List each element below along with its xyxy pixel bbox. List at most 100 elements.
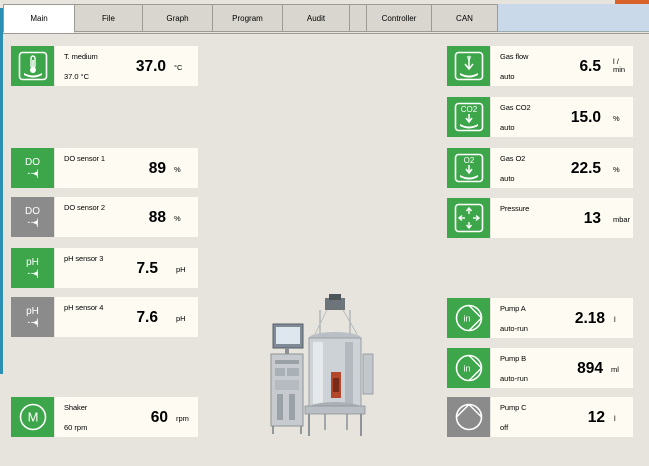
pump-b-value: 894 [577,360,603,377]
gas-o2-unit: % [613,165,620,174]
gas-flow-value: 6.5 [579,58,601,75]
pump-c-label: Pump C [500,403,527,412]
gas-co2-mode: auto [500,123,515,132]
tab-program[interactable]: Program [213,4,283,32]
gas-o2-panel: Gas O2 auto 22.5 % [490,148,633,188]
bioreactor-image [270,294,374,436]
pump-a-label: Pump A [500,304,526,313]
ph-sensor-4-panel: pH sensor 4 7.6 pH [54,297,198,337]
gas-o2-card[interactable]: O2 Gas O2 auto 22.5 % [447,148,633,188]
pressure-unit: mbar [613,215,631,224]
ph-sensor-icon-label: pH [26,257,39,268]
gas-flow-unit-bottom: min [613,65,626,74]
pressure-value: 13 [583,210,601,227]
gas-co2-panel: Gas CO2 auto 15.0 % [490,97,633,137]
gas-co2-value: 15.0 [570,109,601,126]
pump-a-card[interactable]: in Pump A auto-run 2.18 l [447,298,633,338]
shaker-unit: rpm [176,414,189,423]
ph-sensor-4-card[interactable]: pH - -◂| pH sensor 4 7.6 pH [11,297,198,337]
temperature-card[interactable]: T. medium 37.0 °C 37.0 °C [11,46,198,86]
tab-blank[interactable] [350,4,367,32]
ph-sensor-4-value: 7.6 [136,309,158,326]
gas-o2-label: Gas O2 [500,154,526,163]
temperature-label: T. medium [64,52,98,61]
co2-icon: CO2 [447,97,490,137]
do-sensor-2-value: 88 [148,209,166,226]
thermometer-icon [11,46,54,86]
ph-sensor-4-unit: pH [176,314,186,323]
tab-controller[interactable]: Controller [367,4,432,32]
pump-off-icon [447,397,490,437]
do-sensor-2-unit: % [174,214,181,223]
pressure-label: Pressure [500,204,530,213]
ph-sensor-3-panel: pH sensor 3 7.5 pH [54,248,198,288]
ph-sensor-4-label: pH sensor 4 [64,303,104,312]
pump-in-icon: in [447,348,490,388]
do-sensor-2-card[interactable]: DO - -◂| DO sensor 2 88 % [11,197,198,237]
pump-c-value: 12 [587,409,605,426]
gas-flow-label: Gas flow [500,52,529,61]
ph-sensor-3-label: pH sensor 3 [64,254,104,263]
ph-sensor-icon: pH - -◂| [11,297,54,337]
gas-flow-icon: V̇ [447,46,490,86]
temperature-panel: T. medium 37.0 °C 37.0 °C [54,46,198,86]
shaker-value: 60 [150,409,168,426]
pump-a-icon-label: in [463,314,470,324]
tab-graph[interactable]: Graph [143,4,213,32]
tab-bar-empty-area [498,4,649,32]
pump-b-mode: auto-run [500,374,528,383]
gas-co2-unit: % [613,114,620,123]
svg-text:V̇: V̇ [466,55,471,63]
pump-b-unit: ml [611,365,619,374]
ph-sensor-icon: pH - -◂| [11,248,54,288]
motor-icon-label: M [27,410,38,425]
do-sensor-1-label: DO sensor 1 [64,154,105,163]
pressure-icon [447,198,490,238]
tab-main[interactable]: Main [3,4,75,33]
pump-c-panel: Pump C off 12 l [490,397,633,437]
do-sensor-icon-label: DO [25,157,40,168]
motor-icon: M [11,397,54,437]
shaker-card[interactable]: M Shaker 60 rpm 60 rpm [11,397,198,437]
do-sensor-1-unit: % [174,165,181,174]
do-sensor-2-label: DO sensor 2 [64,203,105,212]
gas-flow-card[interactable]: V̇ Gas flow auto 6.5 l / min [447,46,633,86]
tab-file[interactable]: File [75,4,143,32]
temperature-setpoint: 37.0 °C [64,72,90,81]
ph-sensor-3-unit: pH [176,265,186,274]
pump-a-value: 2.18 [574,310,605,327]
shaker-panel: Shaker 60 rpm 60 rpm [54,397,198,437]
temperature-unit: °C [174,63,183,72]
pump-a-panel: Pump A auto-run 2.18 l [490,298,633,338]
tab-can[interactable]: CAN [432,4,498,32]
ph-sensor-3-value: 7.5 [136,260,158,277]
gas-flow-mode: auto [500,72,515,81]
pump-c-card[interactable]: Pump C off 12 l [447,397,633,437]
o2-icon: O2 [447,148,490,188]
gas-o2-value: 22.5 [570,160,601,177]
o2-icon-label: O2 [463,156,474,165]
pump-a-unit: l [614,315,616,324]
pump-b-label: Pump B [500,354,527,363]
shaker-setpoint: 60 rpm [64,423,88,432]
pump-b-icon-label: in [463,364,470,374]
ph-sensor-3-card[interactable]: pH - -◂| pH sensor 3 7.5 pH [11,248,198,288]
do-sensor-icon: DO - -◂| [11,148,54,188]
temperature-value: 37.0 [135,58,166,75]
gas-co2-label: Gas CO2 [500,103,531,112]
pump-b-panel: Pump B auto-run 894 ml [490,348,633,388]
pump-c-unit: l [614,414,616,423]
co2-icon-label: CO2 [460,105,477,114]
do-sensor-1-panel: DO sensor 1 89 % [54,148,198,188]
gas-co2-card[interactable]: CO2 Gas CO2 auto 15.0 % [447,97,633,137]
do-sensor-icon-label: DO [25,206,40,217]
gas-flow-panel: Gas flow auto 6.5 l / min [490,46,633,86]
shaker-label: Shaker [64,403,88,412]
do-sensor-1-card[interactable]: DO - -◂| DO sensor 1 89 % [11,148,198,188]
tab-audit[interactable]: Audit [283,4,350,32]
pressure-card[interactable]: Pressure 13 mbar [447,198,633,238]
pump-c-mode: off [500,423,509,432]
pump-b-card[interactable]: in Pump B auto-run 894 ml [447,348,633,388]
pump-in-icon: in [447,298,490,338]
ph-sensor-icon-label: pH [26,306,39,317]
